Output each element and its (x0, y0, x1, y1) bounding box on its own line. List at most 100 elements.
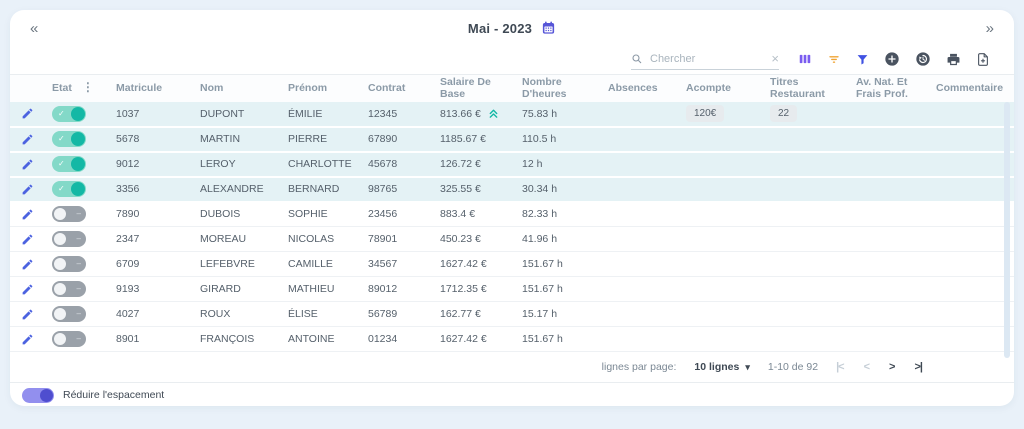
commentaire-cell (928, 252, 1014, 277)
prev-page-button[interactable]: < (864, 361, 869, 373)
col-edit (10, 75, 44, 102)
contrat-cell: 23456 (360, 202, 432, 227)
page-range-label: 1-10 de 92 (768, 361, 818, 373)
prenom-cell: PIERRE (280, 127, 360, 152)
row-active-toggle[interactable] (52, 231, 86, 247)
absences-cell (600, 102, 678, 127)
rows-per-page-select[interactable]: 10 lignes ▾ (694, 361, 749, 373)
matricule-cell: 8901 (108, 327, 192, 352)
table-row: 9193 GIRARD MATHIEU 89012 1712.35 € 151.… (10, 277, 1014, 302)
edit-row-button[interactable] (21, 133, 34, 146)
commentaire-cell (928, 327, 1014, 352)
table-header-row: Etat⋮ Matricule Nom Prénom Contrat Salai… (10, 75, 1014, 102)
nom-cell: LEROY (192, 152, 280, 177)
calendar-icon[interactable] (541, 20, 556, 36)
row-active-toggle[interactable] (52, 131, 86, 147)
prenom-cell: ANTOINE (280, 327, 360, 352)
clear-search-icon[interactable]: × (771, 52, 779, 65)
salaire-cell: 1712.35 € (440, 283, 487, 295)
sort-filter-button[interactable] (827, 52, 841, 66)
avnat-cell (848, 252, 928, 277)
matricule-cell: 7890 (108, 202, 192, 227)
contrat-cell: 89012 (360, 277, 432, 302)
edit-row-button[interactable] (21, 158, 34, 171)
table-body: 1037 DUPONT ÉMILIE 12345 813.66 € 75.83 … (10, 102, 1014, 352)
edit-row-button[interactable] (21, 183, 34, 196)
edit-row-button[interactable] (21, 308, 34, 321)
commentaire-cell (928, 227, 1014, 252)
prenom-cell: ÉLISE (280, 302, 360, 327)
vertical-scrollbar[interactable] (1004, 102, 1010, 358)
matricule-cell: 1037 (108, 102, 192, 127)
next-page-button[interactable]: > (889, 361, 894, 373)
last-page-button[interactable]: >| (914, 361, 922, 373)
row-active-toggle[interactable] (52, 156, 86, 172)
caret-down-icon: ▾ (745, 362, 750, 373)
avnat-cell (848, 227, 928, 252)
prenom-cell: NICOLAS (280, 227, 360, 252)
nom-cell: FRANÇOIS (192, 327, 280, 352)
commentaire-cell (928, 202, 1014, 227)
heures-cell: 12 h (514, 152, 600, 177)
absences-cell (600, 202, 678, 227)
column-menu-icon[interactable]: ⋮ (82, 80, 94, 94)
row-active-toggle[interactable] (52, 281, 86, 297)
heures-cell: 41.96 h (514, 227, 600, 252)
row-active-toggle[interactable] (52, 306, 86, 322)
history-button[interactable] (915, 51, 931, 67)
density-toggle[interactable] (22, 388, 54, 403)
absences-cell (600, 327, 678, 352)
col-prenom: Prénom (280, 75, 360, 102)
col-etat: Etat⋮ (44, 75, 108, 102)
salaire-cell: 126.72 € (440, 158, 481, 170)
print-button[interactable] (946, 52, 961, 67)
avnat-cell (848, 177, 928, 202)
search-input[interactable] (650, 53, 764, 65)
add-row-button[interactable] (884, 51, 900, 67)
avnat-cell (848, 302, 928, 327)
table-row: 8901 FRANÇOIS ANTOINE 01234 1627.42 € 15… (10, 327, 1014, 352)
export-file-button[interactable] (976, 52, 990, 67)
absences-cell (600, 277, 678, 302)
density-toggle-label: Réduire l'espacement (63, 389, 164, 401)
salaire-cell: 1185.67 € (440, 133, 486, 145)
payroll-panel: « Mai - 2023 » (10, 10, 1014, 406)
salary-increase-icon[interactable] (488, 108, 499, 119)
prenom-cell: CHARLOTTE (280, 152, 360, 177)
edit-row-button[interactable] (21, 258, 34, 271)
nom-cell: LEFEBVRE (192, 252, 280, 277)
pagination-bar: lignes par page: 10 lignes ▾ 1-10 de 92 … (10, 352, 1014, 382)
col-matricule: Matricule (108, 75, 192, 102)
edit-row-button[interactable] (21, 333, 34, 346)
nom-cell: DUPONT (192, 102, 280, 127)
columns-visibility-button[interactable] (798, 52, 812, 66)
row-active-toggle[interactable] (52, 256, 86, 272)
absences-cell (600, 152, 678, 177)
row-active-toggle[interactable] (52, 106, 86, 122)
commentaire-cell (928, 152, 1014, 177)
col-salaire: Salaire De Base (432, 75, 514, 102)
first-page-button[interactable]: |< (836, 361, 844, 373)
edit-row-button[interactable] (21, 233, 34, 246)
collapse-left-button[interactable]: « (30, 21, 38, 36)
row-active-toggle[interactable] (52, 181, 86, 197)
row-active-toggle[interactable] (52, 206, 86, 222)
collapse-right-button[interactable]: » (986, 21, 994, 36)
contrat-cell: 34567 (360, 252, 432, 277)
edit-row-button[interactable] (21, 208, 34, 221)
funnel-filter-button[interactable] (856, 53, 869, 66)
col-avnat: Av. Nat. Et Frais Prof. (848, 75, 928, 102)
matricule-cell: 2347 (108, 227, 192, 252)
heures-cell: 151.67 h (514, 327, 600, 352)
titres-restaurant-badge: 22 (770, 105, 797, 122)
row-active-toggle[interactable] (52, 331, 86, 347)
col-heures: Nombre D'heures (514, 75, 600, 102)
edit-row-button[interactable] (21, 283, 34, 296)
table-row: 9012 LEROY CHARLOTTE 45678 126.72 € 12 h (10, 152, 1014, 177)
absences-cell (600, 177, 678, 202)
contrat-cell: 45678 (360, 152, 432, 177)
edit-row-button[interactable] (21, 107, 34, 120)
avnat-cell (848, 277, 928, 302)
heures-cell: 82.33 h (514, 202, 600, 227)
salaire-cell: 325.55 € (440, 183, 481, 195)
